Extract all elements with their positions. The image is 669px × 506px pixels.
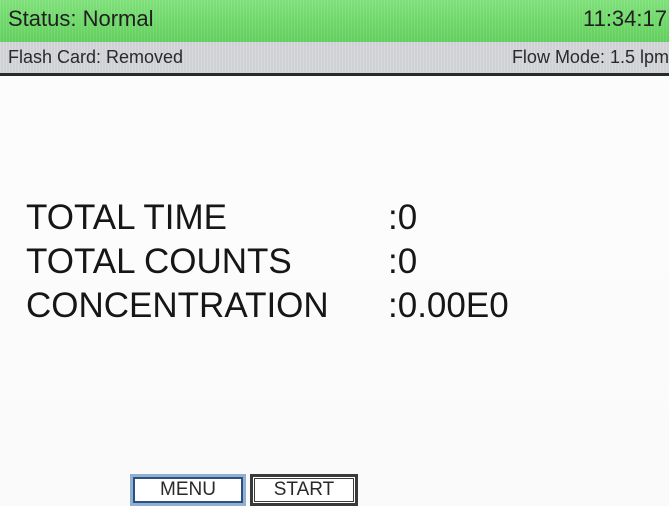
start-button[interactable]: START	[250, 474, 358, 506]
flash-card-status: Flash Card: Removed	[8, 47, 184, 67]
clock: 11:34:17	[582, 6, 667, 31]
readout-label: CONCENTRATION	[26, 286, 329, 325]
readout-row-total-counts: TOTAL COUNTS :0	[26, 240, 509, 284]
readout-row-concentration: CONCENTRATION :0.00E0	[26, 284, 509, 328]
readout-label: TOTAL COUNTS	[26, 242, 292, 281]
readout-value: :0	[388, 242, 418, 281]
info-bar: Flash Card: Removed Flow Mode: 1.5 lpm	[0, 42, 669, 76]
readout-value: :0.00E0	[388, 286, 509, 325]
readout-value: :0	[388, 198, 418, 237]
device-screen: Status: Normal 11:34:17 Flash Card: Remo…	[0, 0, 669, 506]
flow-mode-status: Flow Mode: 1.5 lpm	[511, 47, 669, 67]
readout-label: TOTAL TIME	[26, 198, 227, 237]
status-bar: Status: Normal 11:34:17	[0, 0, 669, 42]
readout-panel: TOTAL TIME :0 TOTAL COUNTS :0 CONCENTRAT…	[26, 196, 509, 328]
status-text: Status: Normal	[8, 6, 154, 31]
menu-button[interactable]: MENU	[130, 474, 246, 506]
readout-row-total-time: TOTAL TIME :0	[26, 196, 509, 240]
